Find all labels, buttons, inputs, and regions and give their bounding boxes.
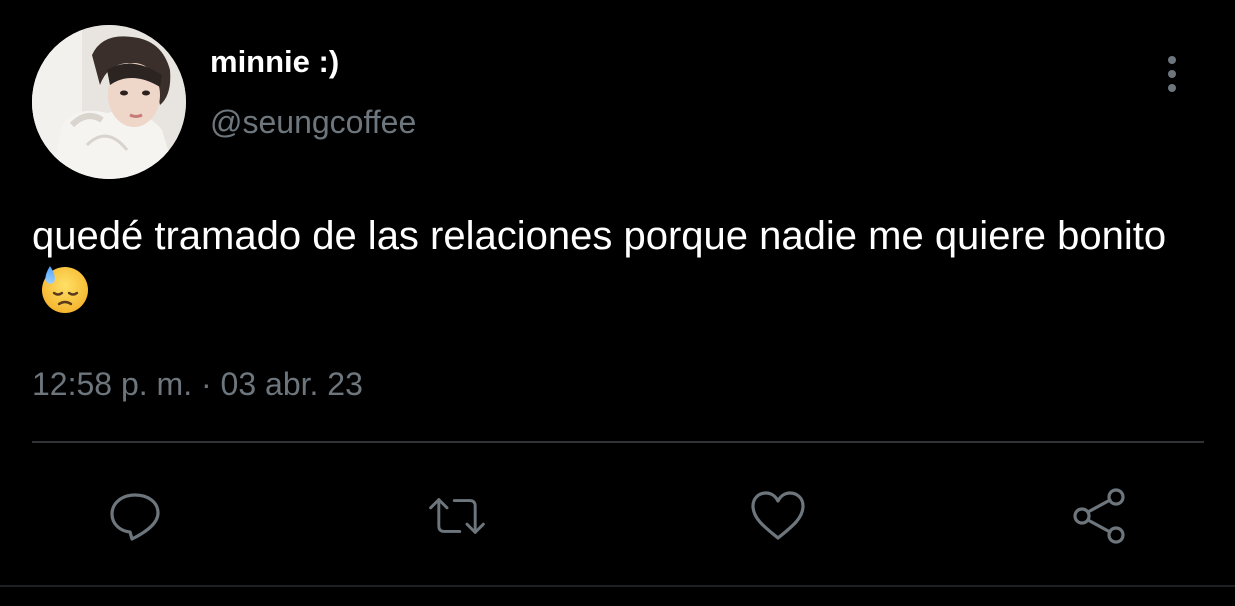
tweet-timestamp[interactable]: 12:58 p. m. · 03 abr. 23 — [32, 364, 363, 404]
more-options-dot — [1168, 84, 1176, 92]
bottom-divider — [0, 585, 1235, 587]
divider — [32, 441, 1204, 443]
retweet-button[interactable] — [427, 486, 487, 546]
more-options-button[interactable] — [1150, 52, 1194, 96]
tweet-text: quedé tramado de las relaciones porque n… — [32, 214, 1167, 258]
reply-icon — [110, 493, 160, 541]
user-handle[interactable]: @seungcoffee — [210, 102, 416, 142]
more-options-dot — [1168, 70, 1176, 78]
avatar[interactable] — [32, 25, 186, 179]
share-button[interactable] — [1069, 486, 1129, 546]
like-button[interactable] — [748, 486, 808, 546]
downcast-face-with-sweat-icon — [38, 262, 90, 314]
retweet-icon — [429, 498, 485, 534]
more-options-icon — [1168, 56, 1176, 64]
tweet-text-container: quedé tramado de las relaciones porque n… — [32, 210, 1192, 321]
display-name[interactable]: minnie :) — [210, 42, 339, 82]
heart-icon — [751, 491, 805, 540]
share-icon — [1073, 488, 1125, 544]
reply-button[interactable] — [105, 486, 165, 546]
avatar-photo — [32, 25, 186, 179]
